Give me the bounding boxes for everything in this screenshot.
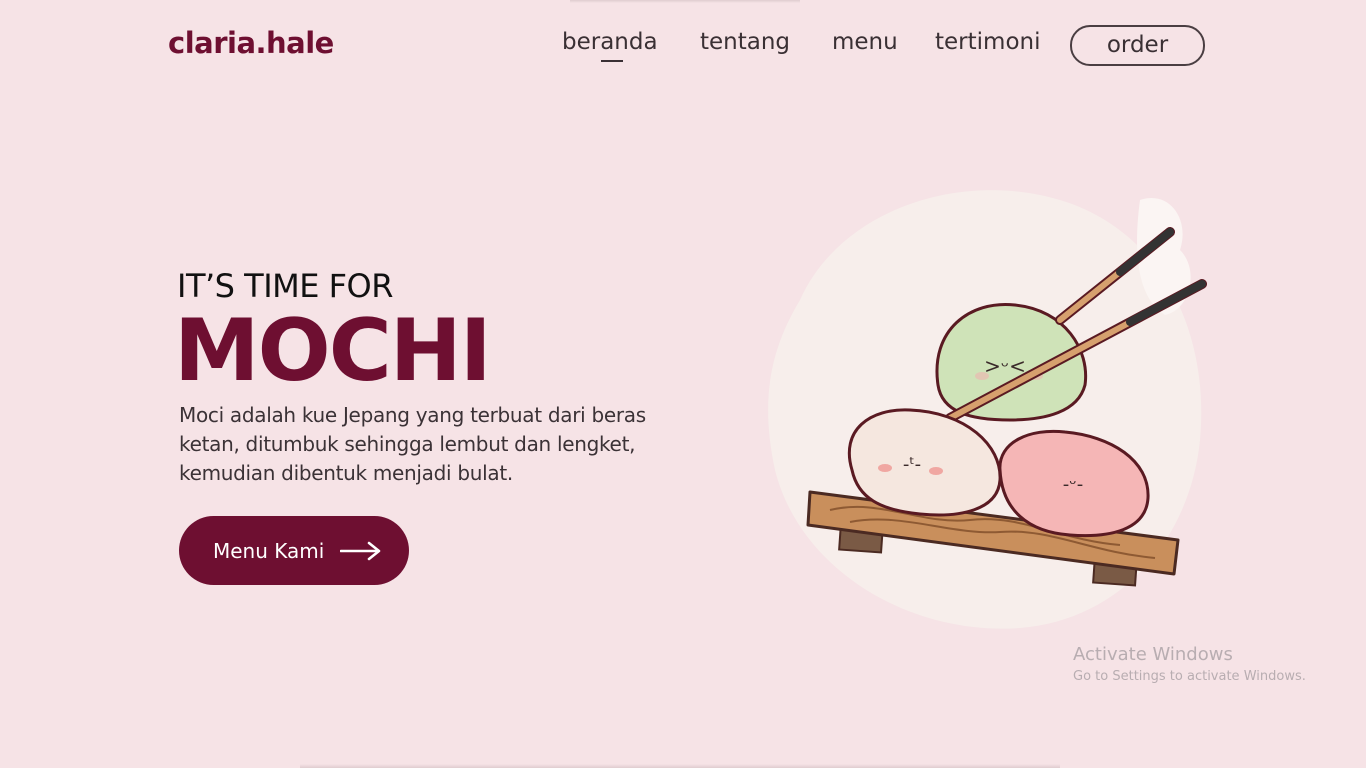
svg-text:-ᵕ-: -ᵕ- [1063, 474, 1083, 495]
hero-title: MOCHI [174, 301, 492, 401]
windows-activation-title: Activate Windows [1073, 644, 1233, 665]
nav-active-indicator [601, 60, 623, 62]
svg-text:>ᵕ<: >ᵕ< [984, 354, 1026, 378]
windows-activation-subtitle: Go to Settings to activate Windows. [1073, 669, 1306, 684]
nav-link-beranda[interactable]: beranda [562, 29, 658, 55]
bottom-edge-shadow [300, 764, 1060, 768]
menu-kami-button[interactable]: Menu Kami [179, 516, 409, 585]
hero-kicker: IT’S TIME FOR [177, 267, 393, 305]
svg-text:-ᵗ-: -ᵗ- [903, 454, 921, 475]
top-edge-shadow [570, 0, 800, 3]
nav-link-tentang[interactable]: tentang [700, 29, 790, 55]
site-logo[interactable]: claria.hale [168, 26, 334, 60]
arrow-right-icon [340, 541, 381, 560]
hero-description: Moci adalah kue Jepang yang terbuat dari… [179, 403, 646, 485]
cta-label: Menu Kami [213, 538, 325, 563]
order-button[interactable]: order [1070, 25, 1205, 66]
nav-link-menu[interactable]: menu [832, 29, 898, 55]
mochi-illustration: >ᵕ< -ᵗ- -ᵕ- [768, 190, 1207, 629]
nav-link-tertimoni[interactable]: tertimoni [935, 29, 1040, 55]
